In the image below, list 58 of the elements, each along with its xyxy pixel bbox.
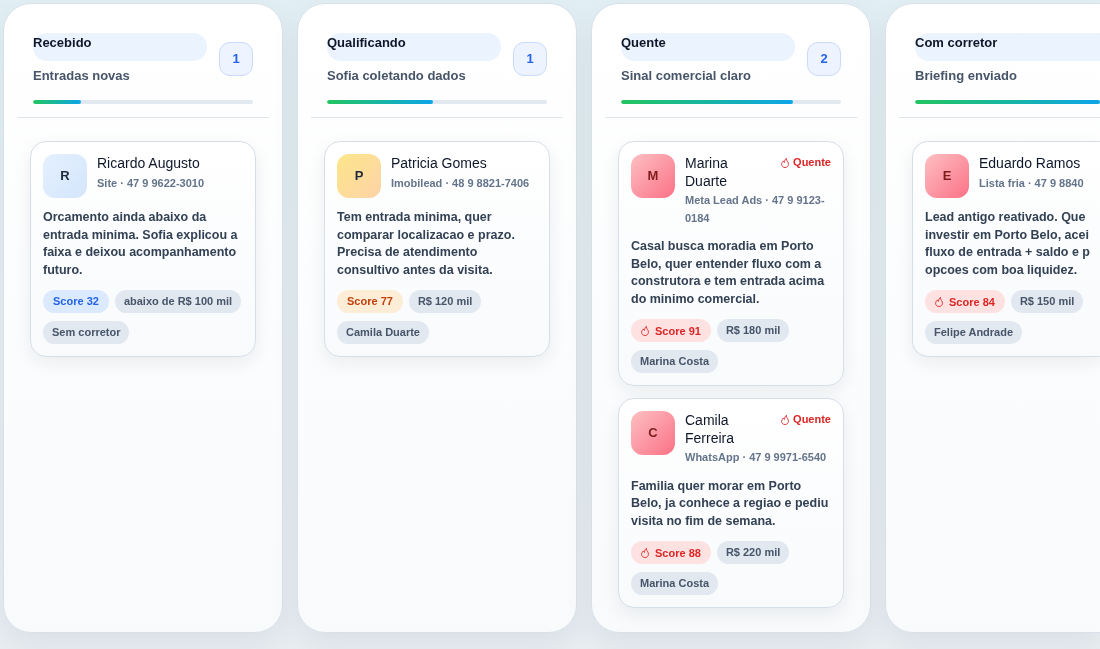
- lead-card[interactable]: C Camila Ferreira Quente WhatsApp · 47 9 9971-6540 Familia quer morar em Porto Belo, ja conhece a regiao e pediu visita no fim de semana. Score 88 R$ 220 mil Marina Costa: [618, 398, 844, 608]
- info-tag: Felipe Andrade: [925, 321, 1023, 344]
- info-tag: Camila Duarte: [337, 321, 429, 344]
- lead-source: Lista fria · 47 9 8840: [979, 175, 1085, 191]
- lead-name: Ricardo Augusto: [97, 154, 200, 173]
- lead-description: Orcamento ainda abaixo da entrada minima. Sofia explicou a faixa e deixou acompanhamento futuro.: [43, 209, 239, 279]
- flame-icon: [781, 156, 790, 168]
- flame-icon: [641, 547, 649, 558]
- score-tag: Score 77: [337, 290, 403, 313]
- avatar: E: [925, 154, 969, 198]
- info-tag: R$ 150 mil: [1010, 290, 1084, 313]
- flame-icon: [781, 413, 790, 425]
- score-text: Score 91: [655, 323, 701, 338]
- avatar: M: [631, 154, 675, 198]
- column-title: Qualificando: [327, 33, 501, 61]
- lead-card[interactable]: M Marina Duarte Quente Meta Lead Ads · 47 9 9123-0184 Casal busca moradia em Porto Belo, quer entender fluxo com a construtora e tem entrada acima do minimo comercial. Score 91 R$ 180 mil Marina Costa: [618, 141, 844, 386]
- info-tag: Marina Costa: [631, 572, 719, 595]
- lead-card[interactable]: E Eduardo Ramos Lista fria · 47 9 8840 Lead antigo reativado. Que investir em Porto Belo, acei fluxo de entrada + saldo e p opcoes com boa liquidez. Score 84 R$ 150 mil Felipe Andrade: [912, 141, 1100, 357]
- info-tag: R$ 120 mil: [408, 290, 482, 313]
- lead-name: Patricia Gomes: [391, 154, 487, 173]
- column-title: Recebido: [33, 33, 207, 61]
- lead-description: Tem entrada minima, quer comparar localizacao e prazo. Precisa de atendimento consultivo antes da visita.: [337, 209, 516, 279]
- lead-name: Camila Ferreira: [685, 411, 735, 447]
- flame-icon: [935, 296, 943, 307]
- score-text: Score 84: [949, 294, 995, 309]
- lead-description: Familia quer morar em Porto Belo, ja conhece a regiao e pediu visita no fim de semana.: [631, 477, 830, 530]
- column-subtitle: Sofia coletando dados: [327, 67, 467, 85]
- score-tag: Score 32: [43, 290, 109, 313]
- flame-icon: [641, 325, 649, 336]
- avatar: C: [631, 411, 675, 455]
- count-badge: 1: [513, 42, 547, 76]
- lead-name: Eduardo Ramos: [979, 154, 1081, 173]
- hot-label: Quente: [793, 412, 831, 426]
- lead-card[interactable]: P Patricia Gomes Imobilead · 48 9 8821-7406 Tem entrada minima, quer comparar localizacao e prazo. Precisa de atendimento consultivo antes da visita. Score 77 R$ 120 mil Camila Duarte: [324, 141, 550, 357]
- lead-name: Marina Duarte: [685, 154, 729, 190]
- lead-source: Imobilead · 48 9 8821-7406: [391, 175, 531, 191]
- column-subtitle: Entradas novas: [33, 67, 131, 85]
- column-subtitle: Briefing enviado: [915, 67, 1018, 85]
- column-subtitle: Sinal comercial claro: [621, 67, 753, 85]
- lead-source: WhatsApp · 47 9 9971-6540: [685, 450, 828, 465]
- count-badge: 1: [219, 42, 253, 76]
- lead-source: Site · 47 9 9622-3010: [97, 175, 206, 191]
- info-tag: R$ 180 mil: [716, 319, 790, 342]
- avatar: P: [337, 154, 381, 198]
- hot-label: Quente: [793, 155, 831, 169]
- info-tag: abaixo de R$ 100 mil: [114, 290, 242, 313]
- info-tag: Marina Costa: [631, 350, 719, 373]
- column-title: Quente: [621, 33, 795, 61]
- count-badge: 2: [807, 42, 841, 76]
- column-title: Com corretor: [915, 33, 1100, 61]
- lead-description: Casal busca moradia em Porto Belo, quer entender fluxo com a construtora e tem entrada acima do minimo comercial.: [631, 238, 826, 308]
- info-tag: Sem corretor: [43, 321, 130, 344]
- avatar: R: [43, 154, 87, 198]
- score-text: Score 88: [655, 545, 701, 560]
- lead-source: Meta Lead Ads · 47 9 9123-0184: [685, 193, 826, 226]
- lead-description: Lead antigo reativado. Que investir em Porto Belo, acei fluxo de entrada + saldo e p opcoes com boa liquidez.: [925, 209, 1091, 279]
- lead-card[interactable]: R Ricardo Augusto Site · 47 9 9622-3010 Orcamento ainda abaixo da entrada minima. Sofia explicou a faixa e deixou acompanhamento futuro. Score 32 abaixo de R$ 100 mil Sem corretor: [30, 141, 256, 357]
- info-tag: R$ 220 mil: [716, 541, 790, 564]
